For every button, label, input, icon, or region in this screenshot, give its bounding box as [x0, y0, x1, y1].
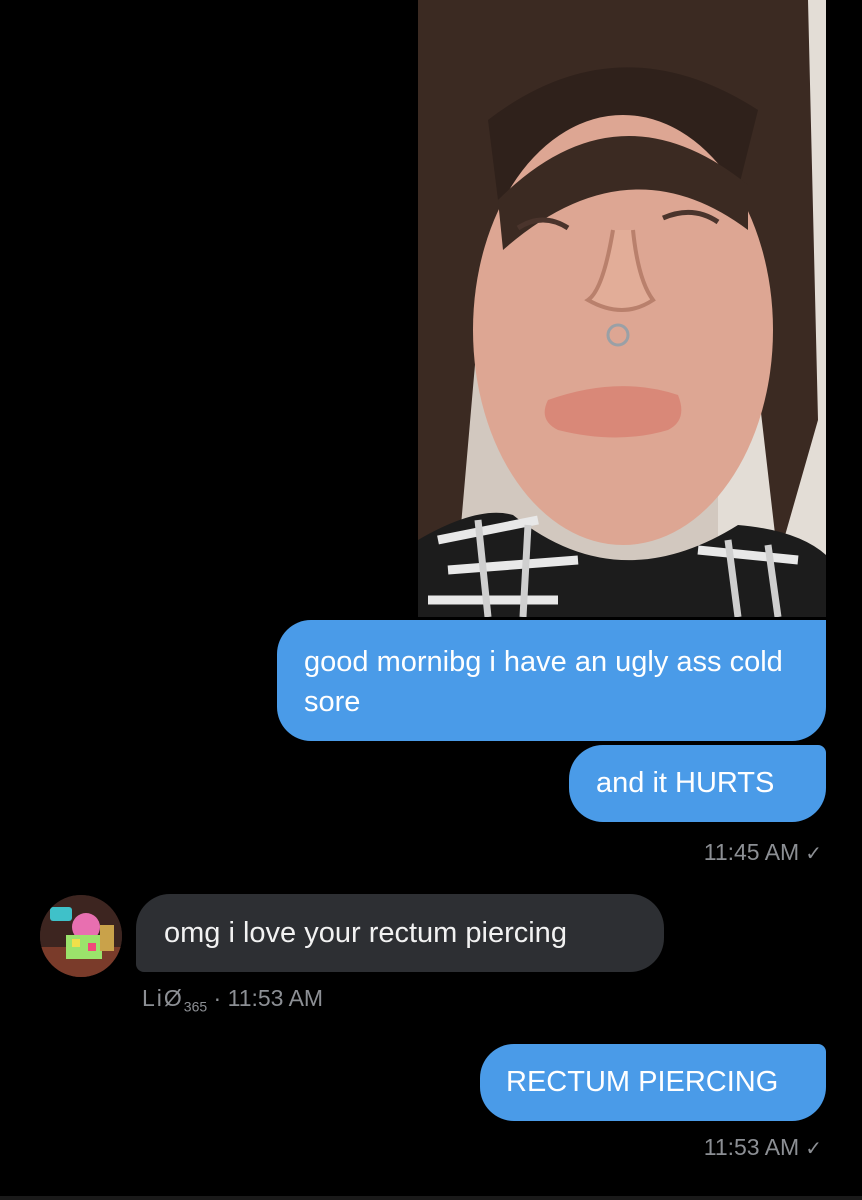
receipt-time: 11:53 AM [703, 1134, 800, 1160]
contact-avatar[interactable] [40, 895, 122, 977]
sent-message-bubble[interactable]: RECTUM PIERCING [480, 1044, 826, 1121]
sender-meta: LiØ365 · 11:53 AM [142, 984, 323, 1021]
delivery-receipt: 11:45 AM ✓ [704, 838, 822, 868]
received-message-bubble[interactable]: omg i love your rectum piercing [136, 894, 664, 972]
check-icon: ✓ [805, 1138, 822, 1160]
sent-message-bubble[interactable]: good mornibg i have an ugly ass cold sor… [277, 620, 826, 741]
received-time: 11:53 AM [227, 985, 324, 1011]
message-text: good mornibg i have an ugly ass cold sor… [304, 646, 783, 718]
sent-message-bubble[interactable]: and it HURTS [569, 745, 826, 822]
sender-name[interactable]: LiØ365 [142, 985, 207, 1015]
message-thread: good mornibg i have an ugly ass cold sor… [0, 0, 862, 1200]
message-text: RECTUM PIERCING [506, 1066, 779, 1098]
delivery-receipt: 11:53 AM ✓ [704, 1133, 822, 1163]
sender-name-text: LiØ [142, 985, 184, 1011]
separator-dot: · [213, 985, 222, 1011]
divider [0, 1196, 862, 1200]
receipt-time: 11:45 AM [703, 839, 800, 865]
sender-name-suffix: 365 [183, 998, 208, 1015]
message-text: and it HURTS [596, 767, 775, 799]
sent-photo[interactable] [418, 0, 826, 617]
avatar-image [40, 895, 122, 977]
check-icon: ✓ [805, 843, 822, 865]
photo-image [418, 0, 826, 617]
message-text: omg i love your rectum piercing [164, 917, 567, 949]
